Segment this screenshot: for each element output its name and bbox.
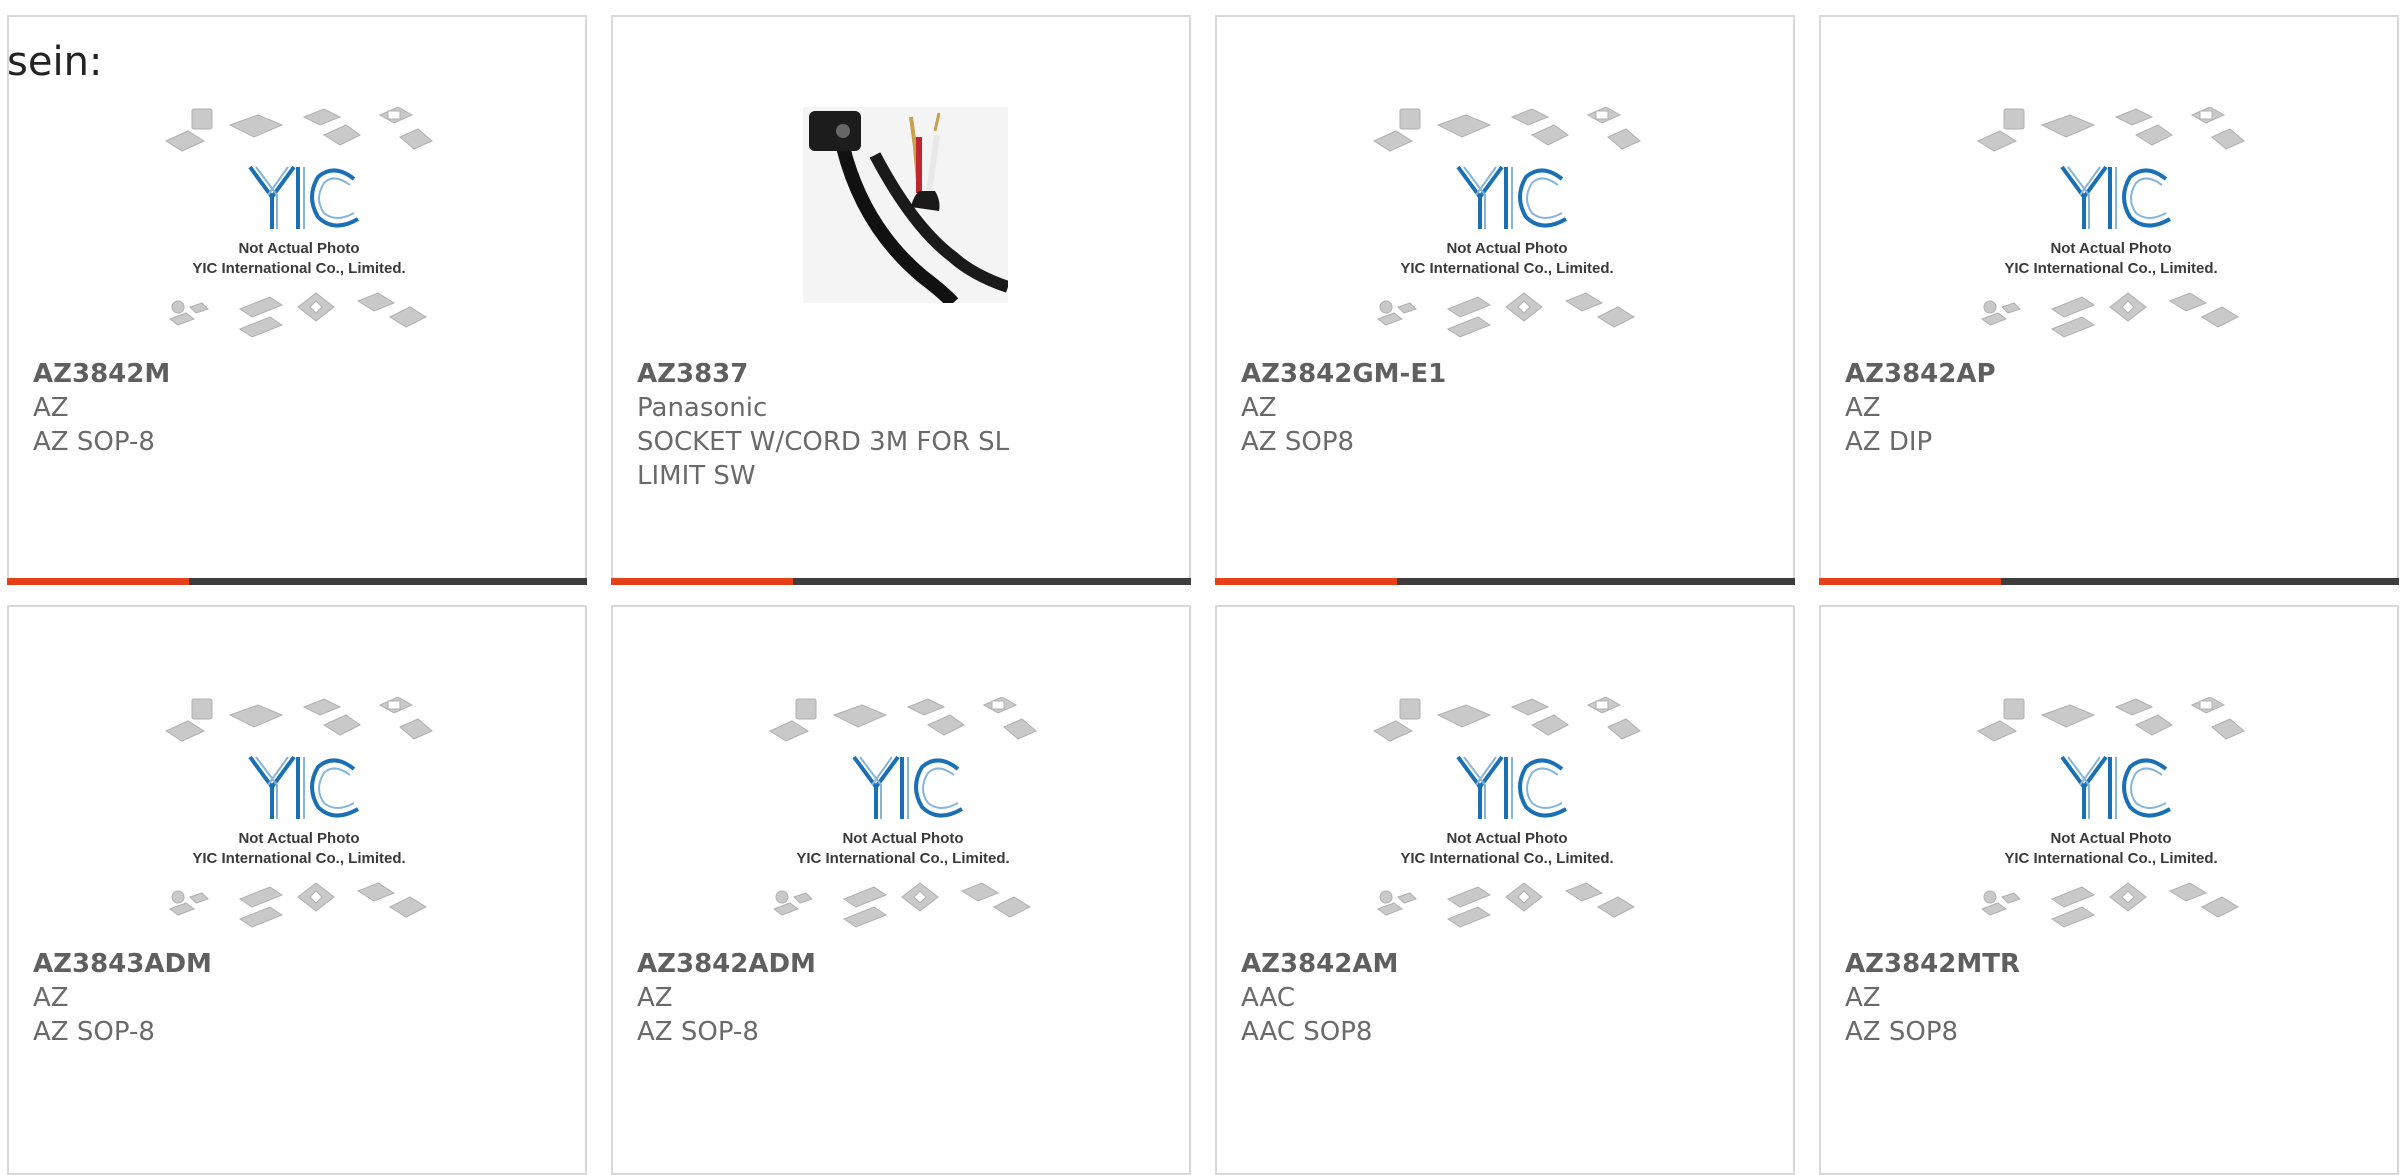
- part-number[interactable]: AZ3842M: [33, 357, 553, 391]
- part-number[interactable]: AZ3842ADM: [637, 947, 1157, 981]
- product-info: AZ3842AP AZ AZ DIP: [1845, 357, 2365, 459]
- svg-text:Not Actual Photo: Not Actual Photo: [1446, 240, 1567, 257]
- svg-text:YIC International Co., Limited: YIC International Co., Limited.: [192, 260, 405, 277]
- svg-text:Not Actual Photo: Not Actual Photo: [1446, 830, 1567, 847]
- placeholder-image-icon: Not Actual Photo YIC International Co., …: [1372, 697, 1641, 928]
- manufacturer: AZ: [1845, 393, 1881, 423]
- svg-text:YIC International Co., Limited: YIC International Co., Limited.: [192, 850, 405, 867]
- description: AZ SOP-8: [33, 427, 155, 457]
- manufacturer: AZ: [33, 393, 69, 423]
- svg-text:Not Actual Photo: Not Actual Photo: [2050, 240, 2171, 257]
- placeholder-image-icon: Not Actual Photo YIC International Co., …: [768, 697, 1037, 928]
- svg-text:YIC International Co., Limited: YIC International Co., Limited.: [1400, 850, 1613, 867]
- product-card[interactable]: Not Actual Photo YIC International Co., …: [1819, 15, 2399, 585]
- description: AZ SOP8: [1241, 427, 1355, 457]
- part-number[interactable]: AZ3843ADM: [33, 947, 553, 981]
- svg-text:Not Actual Photo: Not Actual Photo: [238, 240, 359, 257]
- product-card[interactable]: AZ3837 Panasonic SOCKET W/CORD 3M FOR SL L…: [611, 15, 1191, 585]
- manufacturer: AZ: [33, 983, 69, 1013]
- card-bottom-bar: [1819, 578, 2399, 585]
- card-accent-bar: [1819, 578, 2001, 585]
- card-accent-bar: [7, 578, 189, 585]
- description: AZ SOP8: [1845, 1017, 1959, 1047]
- product-info: AZ3842ADM AZ AZ SOP-8: [637, 947, 1157, 1049]
- placeholder-image-icon: Not Actual Photo YIC International Co., …: [1976, 697, 2245, 928]
- cable-photo-icon: [803, 107, 1008, 303]
- intro-text: sein:: [7, 39, 103, 85]
- card-bottom-bar: [1215, 578, 1795, 585]
- part-number[interactable]: AZ3842GM-E1: [1241, 357, 1761, 391]
- description: AZ SOP-8: [33, 1017, 155, 1047]
- placeholder-image-icon: Not Actual Photo YIC International Co., …: [1976, 107, 2245, 338]
- product-info: AZ3842MTR AZ AZ SOP8: [1845, 947, 2365, 1049]
- product-info: AZ3842AM AAC AAC SOP8: [1241, 947, 1761, 1049]
- svg-text:YIC International Co., Limited: YIC International Co., Limited.: [796, 850, 1009, 867]
- product-info: AZ3842GM-E1 AZ AZ SOP8: [1241, 357, 1761, 459]
- manufacturer: Panasonic: [637, 393, 768, 423]
- card-bottom-bar: [611, 578, 1191, 585]
- manufacturer: AAC: [1241, 983, 1295, 1013]
- placeholder-image-icon: Not Actual Photo YIC International Co., …: [1372, 107, 1641, 338]
- product-grid: Not Actual Photo YIC International Co., …: [0, 0, 2400, 1175]
- part-number[interactable]: AZ3837: [637, 357, 1157, 391]
- manufacturer: AZ: [1845, 983, 1881, 1013]
- card-accent-bar: [611, 578, 793, 585]
- product-card[interactable]: Not Actual Photo YIC International Co., …: [1215, 605, 1795, 1175]
- product-card[interactable]: Not Actual Photo YIC International Co., …: [1215, 15, 1795, 585]
- product-info: AZ3843ADM AZ AZ SOP-8: [33, 947, 553, 1049]
- product-card[interactable]: Not Actual Photo YIC International Co., …: [611, 605, 1191, 1175]
- product-card[interactable]: Not Actual Photo YIC International Co., …: [7, 15, 587, 585]
- svg-text:YIC International Co., Limited: YIC International Co., Limited.: [1400, 260, 1613, 277]
- description: AAC SOP8: [1241, 1017, 1373, 1047]
- placeholder-image-icon: Not Actual Photo YIC International Co., …: [164, 697, 433, 928]
- product-card[interactable]: Not Actual Photo YIC International Co., …: [1819, 605, 2399, 1175]
- part-number[interactable]: AZ3842AP: [1845, 357, 2365, 391]
- svg-text:YIC International Co., Limited: YIC International Co., Limited.: [2004, 260, 2217, 277]
- manufacturer: AZ: [637, 983, 673, 1013]
- product-info: AZ3842M AZ AZ SOP-8: [33, 357, 553, 459]
- svg-text:YIC International Co., Limited: YIC International Co., Limited.: [2004, 850, 2217, 867]
- product-card[interactable]: Not Actual Photo YIC International Co., …: [7, 605, 587, 1175]
- placeholder-image-icon: Not Actual Photo YIC International Co., …: [164, 107, 433, 338]
- part-number[interactable]: AZ3842MTR: [1845, 947, 2365, 981]
- card-bottom-bar: [7, 578, 587, 585]
- product-info: AZ3837 Panasonic SOCKET W/CORD 3M FOR SL L…: [637, 357, 1157, 493]
- description: SOCKET W/CORD 3M FOR SL LIMIT SW: [637, 427, 1010, 491]
- card-accent-bar: [1215, 578, 1397, 585]
- svg-text:Not Actual Photo: Not Actual Photo: [238, 830, 359, 847]
- part-number[interactable]: AZ3842AM: [1241, 947, 1761, 981]
- svg-text:Not Actual Photo: Not Actual Photo: [842, 830, 963, 847]
- description: AZ DIP: [1845, 427, 1933, 457]
- manufacturer: AZ: [1241, 393, 1277, 423]
- description: AZ SOP-8: [637, 1017, 759, 1047]
- svg-text:Not Actual Photo: Not Actual Photo: [2050, 830, 2171, 847]
